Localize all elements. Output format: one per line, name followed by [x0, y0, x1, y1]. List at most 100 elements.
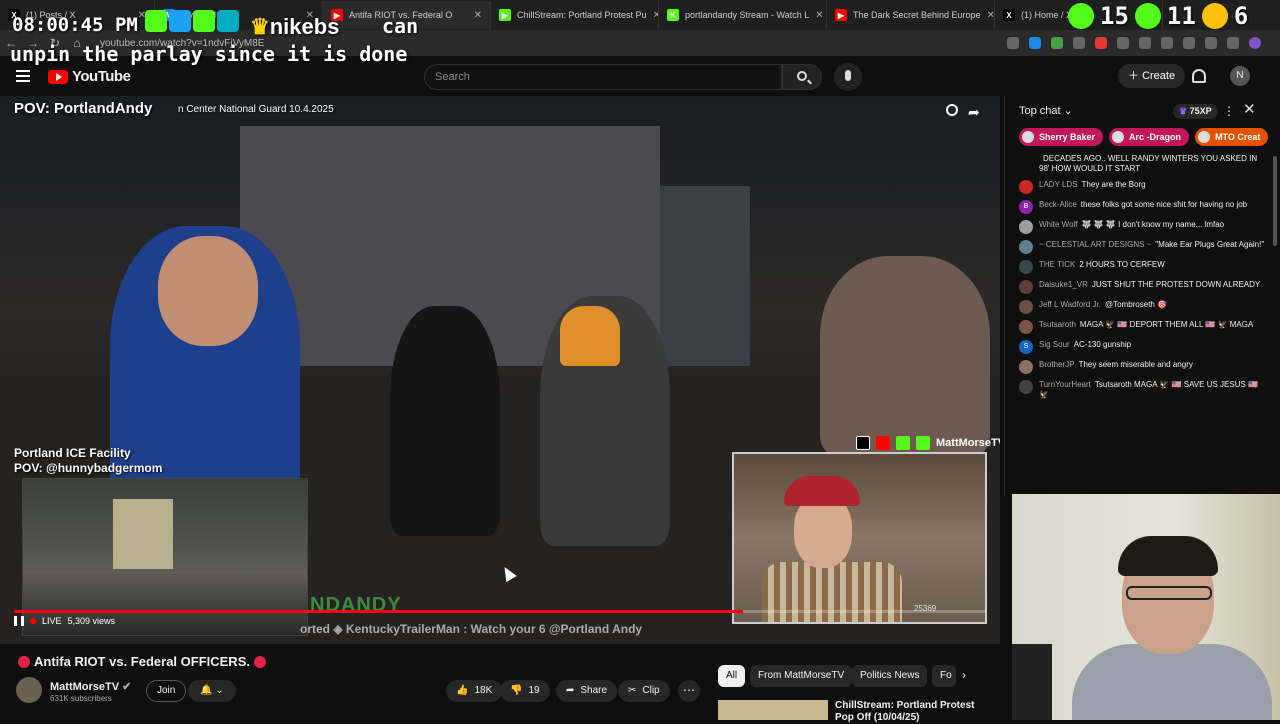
- chat-avatar[interactable]: [1019, 360, 1033, 374]
- chat-scrollbar[interactable]: [1273, 156, 1277, 246]
- chat-mode-select[interactable]: Top chat ⌄: [1019, 104, 1073, 117]
- search-button[interactable]: [782, 64, 822, 90]
- tab-label: (1) Home / X: [1021, 10, 1073, 20]
- chat-author[interactable]: TurnYourHeart: [1039, 380, 1091, 389]
- extension-icon[interactable]: [1205, 37, 1217, 49]
- chat-avatar[interactable]: [1019, 300, 1033, 314]
- join-button[interactable]: Join: [146, 680, 187, 702]
- extension-icon[interactable]: [1227, 37, 1239, 49]
- chat-avatar[interactable]: [1019, 154, 1033, 168]
- watch-later-icon[interactable]: [946, 104, 958, 116]
- clip-button[interactable]: ✂ Clip: [618, 680, 670, 702]
- chat-avatar[interactable]: [1019, 180, 1033, 194]
- chat-avatar[interactable]: [1019, 260, 1033, 274]
- video-title-text: Antifa RIOT vs. Federal OFFICERS.: [34, 654, 250, 669]
- extension-icon[interactable]: [1073, 37, 1085, 49]
- counter-emoji: 6: [1233, 2, 1249, 30]
- chip-from-channel[interactable]: From MattMorseTV: [750, 665, 853, 687]
- chat-text: 🐺 🐺 🐺 I don't know my name... lmfao: [1081, 220, 1225, 229]
- live-badge[interactable]: LIVE: [42, 616, 62, 626]
- search-input[interactable]: Search: [424, 64, 782, 90]
- youtube-logo[interactable]: YouTube: [48, 68, 131, 85]
- more-actions-button[interactable]: ⋯: [678, 680, 700, 702]
- extension-icon[interactable]: [1029, 37, 1041, 49]
- chat-author[interactable]: Daisuke1_VR: [1039, 280, 1088, 289]
- pause-icon[interactable]: [14, 616, 24, 626]
- pinned-member[interactable]: MTO Creat: [1195, 128, 1269, 146]
- create-button[interactable]: ＋ Create: [1118, 64, 1186, 88]
- extension-icon[interactable]: [1051, 37, 1063, 49]
- browser-tab[interactable]: ▶ChillStream: Portland Protest Pu✕: [491, 1, 659, 29]
- recommended-thumbnail[interactable]: [718, 700, 828, 720]
- chat-author[interactable]: Tsutsaroth: [1039, 320, 1076, 329]
- glasses-shape: [1126, 586, 1212, 600]
- share-icon[interactable]: ➦: [968, 104, 980, 121]
- profile-icon[interactable]: [1249, 37, 1261, 49]
- browser-tab[interactable]: Kportlandandy Stream - Watch L ✕: [659, 1, 827, 29]
- close-tab-icon[interactable]: ✕: [815, 10, 823, 21]
- dislike-button[interactable]: 👎 19: [500, 680, 550, 702]
- overlay-icons: [145, 10, 239, 32]
- chat-author[interactable]: BrotherJP: [1039, 360, 1075, 369]
- chat-message-body: Sig Sour AC-130 gunship: [1039, 340, 1131, 354]
- chat-avatar[interactable]: [1019, 240, 1033, 254]
- chat-author[interactable]: ~ CELESTIAL ART DESIGNS ~: [1039, 240, 1151, 249]
- chat-avatar[interactable]: B: [1019, 200, 1033, 214]
- kick-icon: [145, 10, 167, 32]
- like-button[interactable]: 👍 18K: [446, 680, 503, 702]
- share-icon: ➦: [566, 685, 575, 696]
- chat-author[interactable]: Jeff L Wadford Jr.: [1039, 300, 1101, 309]
- tab-favicon-icon: X: [1003, 9, 1015, 21]
- channel-name[interactable]: MattMorseTV ✔: [50, 680, 131, 693]
- chat-text: DECADES AGO.. WELL RANDY WINTERS YOU ASK…: [1039, 154, 1258, 173]
- avatar[interactable]: N: [1230, 66, 1250, 86]
- chat-avatar[interactable]: [1019, 220, 1033, 234]
- extension-icon[interactable]: [1007, 37, 1019, 49]
- close-tab-icon[interactable]: ✕: [474, 10, 482, 21]
- extension-icon[interactable]: [1161, 37, 1173, 49]
- notifications-icon[interactable]: [1192, 69, 1206, 83]
- create-label: Create: [1142, 70, 1176, 82]
- browser-tab[interactable]: ▶ The Dark Secret Behind Europe ✕: [827, 1, 995, 29]
- chat-avatar[interactable]: [1019, 380, 1033, 394]
- chat-text: They seem miserable and angry: [1078, 360, 1193, 369]
- chevron-right-icon[interactable]: ›: [962, 668, 966, 682]
- chat-author[interactable]: White Wolf: [1039, 220, 1078, 229]
- video-player[interactable]: POV: PortlandAndy n Center National Guar…: [0, 96, 1000, 644]
- extension-icon[interactable]: [1117, 37, 1129, 49]
- chat-message-body: ~ CELESTIAL ART DESIGNS ~ "Make Ear Plugs…: [1039, 240, 1264, 254]
- subscribed-button[interactable]: 🔔 ⌄: [188, 680, 236, 702]
- chat-author[interactable]: THE TICK: [1039, 260, 1075, 269]
- extension-icon[interactable]: [1139, 37, 1151, 49]
- more-icon[interactable]: ⋮: [1223, 104, 1235, 118]
- red-circle-icon: [253, 655, 266, 668]
- chat-avatar[interactable]: [1019, 320, 1033, 334]
- chat-author[interactable]: Sig Sour: [1039, 340, 1070, 349]
- xp-badge[interactable]: ♛ 75XP: [1173, 104, 1218, 119]
- chip-more[interactable]: Fo: [932, 665, 956, 687]
- chat-author[interactable]: LADY LDS: [1039, 180, 1078, 189]
- progress-bar[interactable]: [14, 610, 986, 613]
- chat-avatar[interactable]: [1019, 280, 1033, 294]
- close-icon[interactable]: ✕: [1243, 100, 1256, 118]
- counter-kick: 15: [1100, 2, 1129, 30]
- chip-all[interactable]: All: [718, 665, 746, 687]
- chat-author[interactable]: Beck-Alice: [1039, 200, 1077, 209]
- view-count: 5,309 views: [67, 616, 116, 626]
- extension-icon[interactable]: [1095, 37, 1107, 49]
- recommended-title[interactable]: ChillStream: Portland Protest Pop Off (1…: [835, 700, 995, 724]
- pinned-member[interactable]: Sherry Baker: [1019, 128, 1104, 146]
- close-tab-icon[interactable]: ✕: [987, 10, 994, 21]
- chat-message: White Wolf 🐺 🐺 🐺 I don't know my name... …: [1019, 220, 1269, 234]
- ice-facility-label: Portland ICE Facility: [14, 446, 131, 460]
- chip-politics-news[interactable]: Politics News: [852, 665, 928, 687]
- webcam-overlay: [1012, 494, 1280, 720]
- pinned-member[interactable]: Arc -Dragon: [1109, 128, 1190, 146]
- channel-avatar[interactable]: [16, 677, 42, 703]
- share-button[interactable]: ➦ Share: [556, 680, 618, 702]
- menu-icon[interactable]: [16, 70, 30, 82]
- share-label: Share: [580, 685, 608, 696]
- voice-search-icon[interactable]: [834, 63, 862, 91]
- extension-icon[interactable]: [1183, 37, 1195, 49]
- chat-avatar[interactable]: S: [1019, 340, 1033, 354]
